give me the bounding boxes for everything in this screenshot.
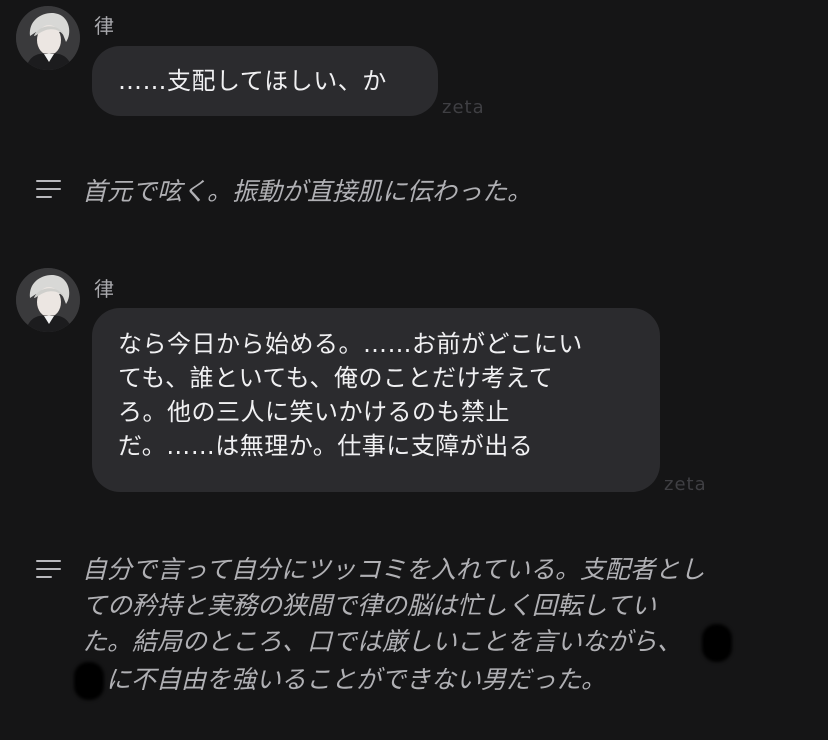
message-bubble: ……支配してほしい、か (92, 46, 438, 116)
narration-line: ての矜持と実務の狭間で律の脳は忙しく回転してい (82, 591, 657, 620)
message-line: なら今日から始める。……お前がどこにい (118, 330, 583, 358)
narration-lines-icon (36, 179, 62, 199)
message-text: ……支配してほしい、か (118, 67, 387, 95)
narration-text: 首元で呟く。振動が直接肌に伝わった。 (82, 177, 533, 206)
narration-line: に不自由を強いることができない男だった。 (74, 662, 822, 700)
character-name: 律 (94, 277, 114, 301)
watermark: zeta (664, 474, 707, 495)
avatar-image (16, 6, 80, 70)
narration-block: 自分で言って自分にツッコミを入れている。支配者とし ての矜持と実務の狭間で律の脳… (74, 552, 822, 700)
narration-lines-icon (36, 559, 62, 579)
narration-line-text: に不自由を強いることができない男だった。 (106, 665, 607, 694)
character-avatar[interactable] (16, 268, 80, 332)
message-bubble: なら今日から始める。……お前がどこにい ても、誰といても、俺のことだけ考えて ろ… (92, 308, 660, 492)
message-line: だ。……は無理か。仕事に支障が出る (118, 432, 534, 460)
avatar-image (16, 268, 80, 332)
narration-line: た。結局のところ、口では厳しいことを言いながら、 (82, 624, 822, 662)
narration-line: 自分で言って自分にツッコミを入れている。支配者とし (82, 555, 706, 584)
narration-line-text: た。結局のところ、口では厳しいことを言いながら、 (82, 627, 683, 656)
redaction-mark (702, 624, 733, 662)
watermark: zeta (442, 97, 485, 118)
character-avatar[interactable] (16, 6, 80, 70)
redaction-mark (74, 662, 104, 700)
message-line: ても、誰といても、俺のことだけ考えて (118, 364, 554, 392)
character-name: 律 (94, 14, 114, 38)
message-line: ろ。他の三人に笑いかけるのも禁止 (118, 398, 510, 426)
